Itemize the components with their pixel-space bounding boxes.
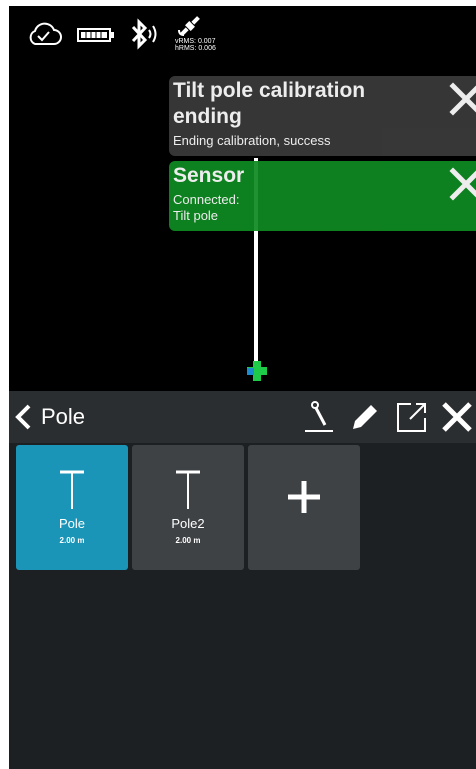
- hrms-text: hRMS: 0.006: [175, 45, 216, 52]
- pole-icon: [60, 470, 84, 509]
- pole-height: 2.00 m: [59, 536, 85, 545]
- pole-tool-icon[interactable]: [301, 399, 337, 435]
- position-marker: [247, 361, 267, 381]
- close-icon[interactable]: [449, 167, 476, 201]
- pole-name: Pole2: [171, 516, 205, 531]
- add-pole-button[interactable]: [248, 445, 360, 570]
- panel-title: Pole: [41, 404, 86, 429]
- close-icon[interactable]: [439, 399, 475, 435]
- notification-message: Connected:: [173, 192, 240, 207]
- pole-panel: Pole Pole 2.00 m Pole2 2.00 m: [9, 391, 476, 769]
- pole-card-selected[interactable]: Pole 2.00 m: [16, 445, 128, 570]
- bluetooth-icon: [131, 18, 157, 50]
- cloud-icon: [29, 22, 62, 45]
- pole-card[interactable]: Pole2 2.00 m: [132, 445, 244, 570]
- sensor-notification: Sensor Connected: Tilt pole: [169, 161, 476, 231]
- notification-title-continued: ending: [173, 105, 242, 128]
- screen-edge-top: [0, 0, 476, 6]
- screen-edge-left: [0, 0, 9, 769]
- notification-title: Sensor: [173, 164, 245, 187]
- open-external-icon[interactable]: [394, 399, 430, 435]
- pole-height: 2.00 m: [175, 536, 201, 545]
- vrms-text: vRMS: 0.007: [175, 38, 216, 45]
- notification-message-detail: Tilt pole: [173, 208, 219, 223]
- notification-message: Ending calibration, success: [173, 133, 331, 148]
- pencil-icon[interactable]: [347, 399, 383, 435]
- rms-readout: vRMS: 0.007 hRMS: 0.006: [175, 38, 216, 52]
- map-view[interactable]: vRMS: 0.007 hRMS: 0.006 Tilt pole calibr…: [9, 6, 476, 391]
- pole-name: Pole: [58, 516, 86, 531]
- pole-icon: [176, 470, 200, 509]
- satellite-icon: [178, 16, 200, 36]
- close-icon[interactable]: [449, 82, 476, 116]
- calibration-notification: Tilt pole calibration ending Ending cali…: [169, 76, 476, 156]
- notification-title: Tilt pole calibration: [173, 79, 366, 102]
- plus-icon: [288, 481, 320, 513]
- back-button[interactable]: Pole: [13, 401, 113, 433]
- chevron-left-icon: [15, 404, 31, 430]
- battery-icon: [77, 28, 114, 42]
- panel-header: Pole: [9, 391, 476, 443]
